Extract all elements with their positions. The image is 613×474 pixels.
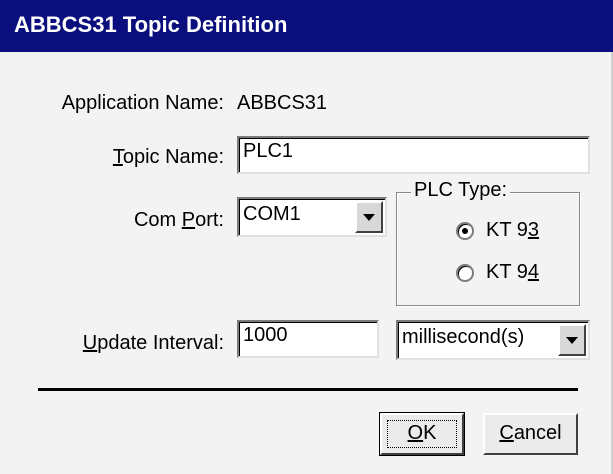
- com-port-select[interactable]: COM1: [237, 197, 387, 237]
- com-port-dropdown-button[interactable]: [355, 201, 383, 233]
- cancel-button[interactable]: Cancel: [483, 413, 578, 455]
- update-interval-input[interactable]: 1000: [237, 320, 379, 358]
- ok-button-label: OK: [407, 422, 437, 444]
- radio-kt94[interactable]: [456, 264, 474, 282]
- chevron-down-icon: [363, 214, 375, 221]
- radio-kt93[interactable]: [456, 222, 474, 240]
- ok-button[interactable]: OK: [379, 412, 465, 456]
- topic-definition-dialog: ABBCS31 Topic Definition Application Nam…: [0, 0, 613, 474]
- interval-unit-select[interactable]: millisecond(s): [396, 320, 590, 360]
- update-interval-label: Update Interval:: [82, 332, 224, 354]
- topic-name-input-value: PLC1: [243, 140, 294, 162]
- topic-name-label: Topic Name:: [112, 146, 224, 168]
- application-name-label: Application Name:: [61, 92, 224, 114]
- interval-unit-dropdown-button[interactable]: [558, 324, 586, 356]
- update-interval-input-value: 1000: [243, 324, 288, 346]
- com-port-select-value: COM1: [243, 203, 301, 225]
- application-name-value: ABBCS31: [237, 92, 328, 114]
- chevron-down-icon: [566, 337, 578, 344]
- radio-kt93-label[interactable]: KT 93: [486, 219, 539, 242]
- topic-name-input[interactable]: PLC1: [237, 136, 590, 174]
- radio-selected-dot-icon: [462, 228, 468, 234]
- interval-unit-select-value: millisecond(s): [402, 326, 525, 348]
- cancel-button-label: Cancel: [499, 422, 562, 444]
- window-title: ABBCS31 Topic Definition: [14, 12, 288, 37]
- plc-type-legend: PLC Type:: [411, 179, 511, 202]
- separator-line: [38, 388, 578, 391]
- radio-kt94-label[interactable]: KT 94: [486, 261, 539, 284]
- title-bar[interactable]: ABBCS31 Topic Definition: [0, 0, 613, 52]
- com-port-label: Com Port:: [133, 209, 224, 231]
- plc-type-group: PLC Type:: [396, 179, 580, 306]
